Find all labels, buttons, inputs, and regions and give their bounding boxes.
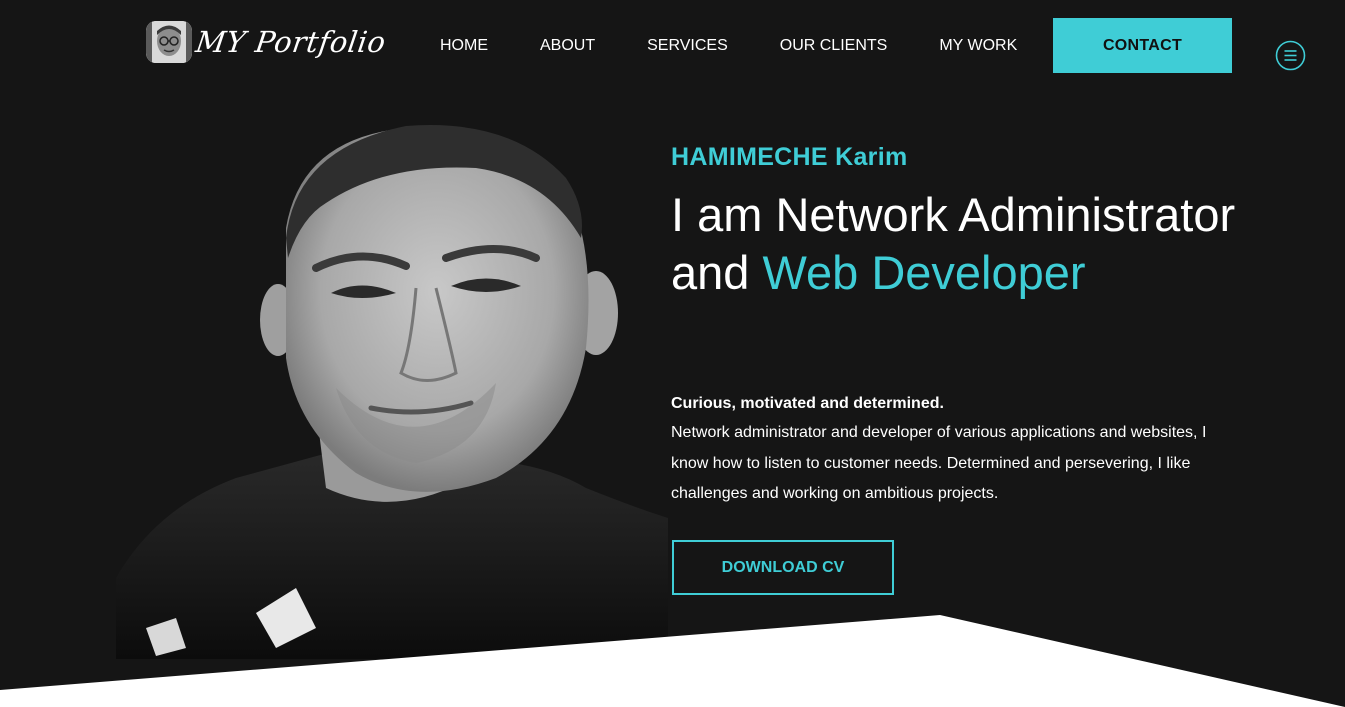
hero-title: I am Network Administrator and Web Devel… — [671, 186, 1271, 302]
profile-photo — [116, 125, 668, 659]
nav-home[interactable]: HOME — [440, 36, 488, 56]
hero-tagline: Curious, motivated and determined. — [671, 395, 944, 412]
hamburger-menu-icon[interactable] — [1275, 40, 1306, 71]
contact-button[interactable]: CONTACT — [1053, 18, 1232, 73]
nav-my-work[interactable]: MY WORK — [939, 36, 1017, 56]
main-nav: HOME ABOUT SERVICES OUR CLIENTS MY WORK — [440, 36, 1017, 56]
nav-our-clients[interactable]: OUR CLIENTS — [780, 36, 888, 56]
hero-name: HAMIMECHE Karim — [671, 143, 908, 171]
download-cv-button[interactable]: DOWNLOAD CV — [672, 540, 894, 595]
portfolio-page: MY Portfolio HOME ABOUT SERVICES OUR CLI… — [0, 0, 1345, 707]
site-logo[interactable]: MY Portfolio — [146, 21, 388, 63]
logo-text: MY Portfolio — [193, 25, 388, 59]
nav-services[interactable]: SERVICES — [647, 36, 728, 56]
hero-title-accent: Web Developer — [762, 246, 1086, 299]
hero-bio: Network administrator and developer of v… — [671, 424, 1207, 502]
logo-avatar — [146, 21, 192, 63]
nav-about[interactable]: ABOUT — [540, 36, 595, 56]
